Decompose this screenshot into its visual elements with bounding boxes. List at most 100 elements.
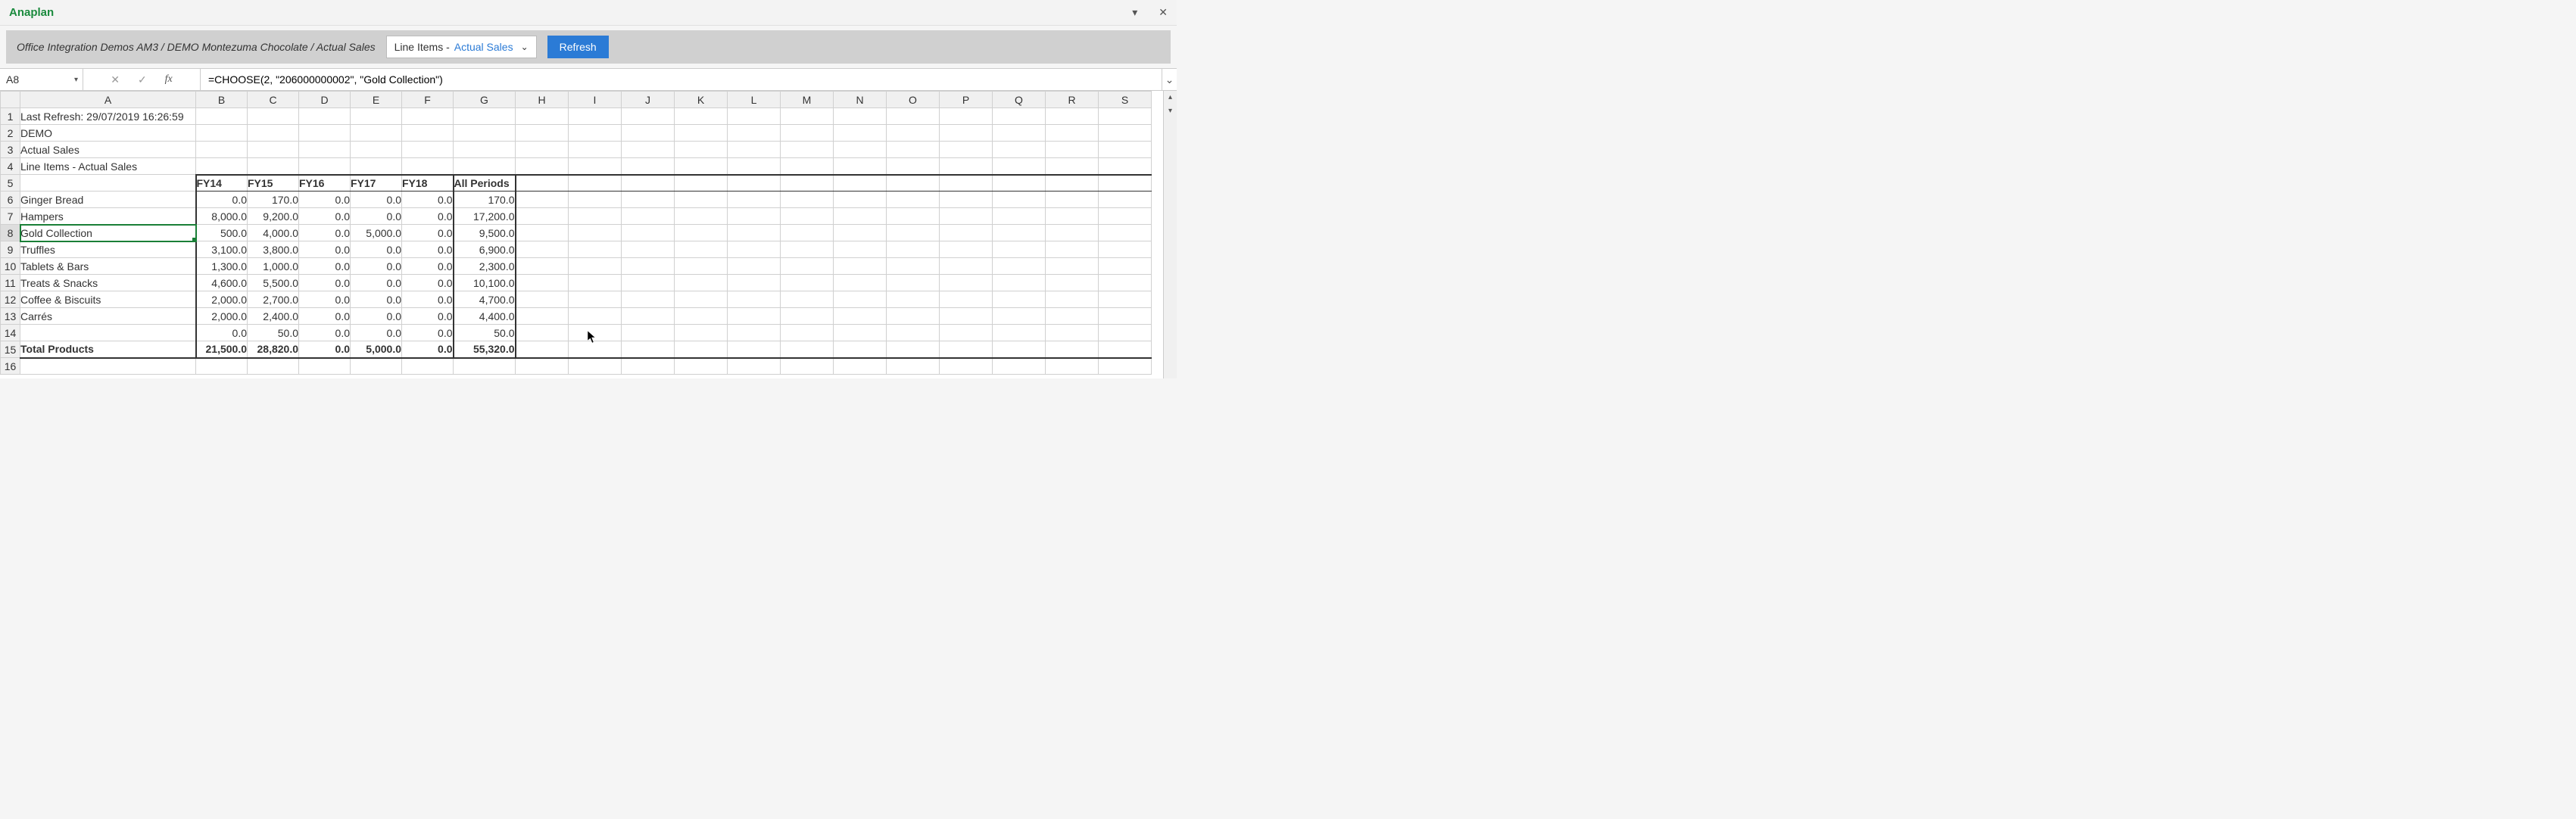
data-cell[interactable]: 3,100.0: [196, 241, 248, 258]
name-box-dropdown-icon[interactable]: ▾: [74, 76, 78, 84]
data-cell[interactable]: 4,700.0: [454, 291, 516, 308]
data-cell[interactable]: 50.0: [454, 325, 516, 341]
column-header-G[interactable]: G: [454, 92, 516, 108]
data-cell[interactable]: 0.0: [299, 275, 351, 291]
data-cell[interactable]: 0.0: [402, 291, 454, 308]
data-cell[interactable]: 5,000.0: [351, 225, 402, 241]
column-header-O[interactable]: O: [887, 92, 940, 108]
column-header-D[interactable]: D: [299, 92, 351, 108]
data-cell[interactable]: 4,600.0: [196, 275, 248, 291]
row-label[interactable]: Ginger Bread: [20, 192, 196, 208]
data-cell[interactable]: 4,000.0: [248, 225, 299, 241]
total-cell[interactable]: 28,820.0: [248, 341, 299, 358]
row-header[interactable]: 1: [1, 108, 20, 125]
data-cell[interactable]: 500.0: [196, 225, 248, 241]
period-header[interactable]: FY18: [402, 175, 454, 192]
period-header[interactable]: FY16: [299, 175, 351, 192]
row-header[interactable]: 15: [1, 341, 20, 358]
data-cell[interactable]: 0.0: [402, 225, 454, 241]
total-cell[interactable]: 0.0: [299, 341, 351, 358]
data-cell[interactable]: 0.0: [299, 225, 351, 241]
refresh-button[interactable]: Refresh: [547, 36, 609, 58]
total-label[interactable]: Total Products: [20, 341, 196, 358]
row-header[interactable]: 2: [1, 125, 20, 142]
row-header[interactable]: 11: [1, 275, 20, 291]
name-box[interactable]: A8 ▾: [0, 69, 83, 90]
row-header[interactable]: 4: [1, 158, 20, 175]
period-header[interactable]: FY15: [248, 175, 299, 192]
column-header-H[interactable]: H: [516, 92, 569, 108]
data-cell[interactable]: 0.0: [196, 192, 248, 208]
info-cell[interactable]: Line Items - Actual Sales: [20, 158, 196, 175]
data-cell[interactable]: 50.0: [248, 325, 299, 341]
column-header-C[interactable]: C: [248, 92, 299, 108]
data-cell[interactable]: 6,900.0: [454, 241, 516, 258]
data-cell[interactable]: 0.0: [402, 258, 454, 275]
row-label[interactable]: Treats & Snacks: [20, 275, 196, 291]
data-cell[interactable]: 9,200.0: [248, 208, 299, 225]
column-header-R[interactable]: R: [1046, 92, 1099, 108]
data-cell[interactable]: 3,800.0: [248, 241, 299, 258]
formula-bar-expand-icon[interactable]: ⌄: [1162, 69, 1177, 90]
data-cell[interactable]: 17,200.0: [454, 208, 516, 225]
data-cell[interactable]: 0.0: [402, 241, 454, 258]
column-header-A[interactable]: A: [20, 92, 196, 108]
accept-icon[interactable]: ✓: [138, 73, 147, 86]
column-header-J[interactable]: J: [622, 92, 675, 108]
total-cell[interactable]: 5,000.0: [351, 341, 402, 358]
column-header-F[interactable]: F: [402, 92, 454, 108]
data-cell[interactable]: 170.0: [248, 192, 299, 208]
data-cell[interactable]: 2,000.0: [196, 308, 248, 325]
column-header-B[interactable]: B: [196, 92, 248, 108]
row-header[interactable]: 8: [1, 225, 20, 241]
data-cell[interactable]: 5,500.0: [248, 275, 299, 291]
column-header-N[interactable]: N: [834, 92, 887, 108]
column-header-L[interactable]: L: [728, 92, 781, 108]
row-label[interactable]: Tablets & Bars: [20, 258, 196, 275]
data-cell[interactable]: 8,000.0: [196, 208, 248, 225]
column-header-S[interactable]: S: [1099, 92, 1152, 108]
period-header[interactable]: FY14: [196, 175, 248, 192]
column-header-E[interactable]: E: [351, 92, 402, 108]
data-cell[interactable]: 2,700.0: [248, 291, 299, 308]
data-cell[interactable]: 0.0: [351, 325, 402, 341]
total-cell[interactable]: 0.0: [402, 341, 454, 358]
row-header[interactable]: 5: [1, 175, 20, 192]
total-cell[interactable]: 21,500.0: [196, 341, 248, 358]
data-cell[interactable]: 0.0: [196, 325, 248, 341]
row-label[interactable]: Gold Collection: [20, 225, 196, 241]
data-cell[interactable]: 2,000.0: [196, 291, 248, 308]
row-label[interactable]: Hampers: [20, 208, 196, 225]
row-header[interactable]: 13: [1, 308, 20, 325]
formula-input[interactable]: [201, 69, 1162, 90]
info-cell[interactable]: DEMO: [20, 125, 196, 142]
data-cell[interactable]: 0.0: [351, 208, 402, 225]
data-cell[interactable]: 170.0: [454, 192, 516, 208]
row-header[interactable]: 6: [1, 192, 20, 208]
data-cell[interactable]: 0.0: [402, 192, 454, 208]
column-header-P[interactable]: P: [940, 92, 993, 108]
data-cell[interactable]: 0.0: [299, 208, 351, 225]
row-label[interactable]: Carrés: [20, 308, 196, 325]
data-cell[interactable]: 0.0: [402, 325, 454, 341]
spreadsheet-grid[interactable]: ABCDEFGHIJKLMNOPQRS1Last Refresh: 29/07/…: [0, 91, 1177, 378]
column-header-K[interactable]: K: [675, 92, 728, 108]
data-cell[interactable]: 0.0: [299, 258, 351, 275]
row-header[interactable]: 10: [1, 258, 20, 275]
data-cell[interactable]: 0.0: [402, 208, 454, 225]
info-cell[interactable]: Last Refresh: 29/07/2019 16:26:59: [20, 108, 196, 125]
data-cell[interactable]: 0.0: [299, 325, 351, 341]
column-header-Q[interactable]: Q: [993, 92, 1046, 108]
row-header[interactable]: 7: [1, 208, 20, 225]
row-header[interactable]: 14: [1, 325, 20, 341]
data-cell[interactable]: 0.0: [351, 308, 402, 325]
info-cell[interactable]: Actual Sales: [20, 142, 196, 158]
data-cell[interactable]: 0.0: [402, 308, 454, 325]
data-cell[interactable]: 1,000.0: [248, 258, 299, 275]
cancel-icon[interactable]: ✕: [111, 73, 120, 86]
data-cell[interactable]: 0.0: [351, 258, 402, 275]
data-cell[interactable]: 0.0: [351, 192, 402, 208]
line-items-dropdown[interactable]: Line Items - Actual Sales ⌄: [386, 36, 537, 58]
data-cell[interactable]: 1,300.0: [196, 258, 248, 275]
empty-cell[interactable]: [20, 175, 196, 192]
